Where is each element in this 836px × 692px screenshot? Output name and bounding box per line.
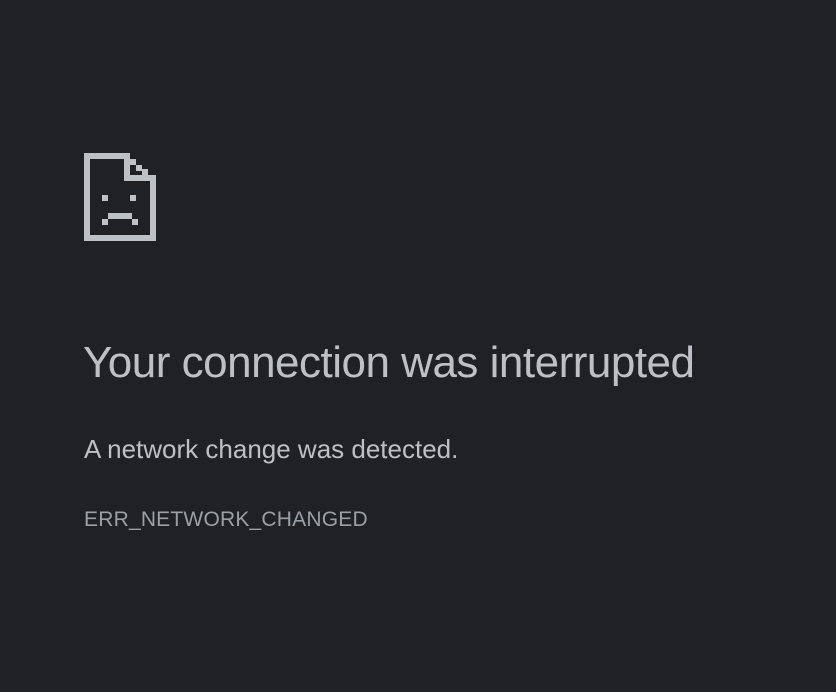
error-code: ERR_NETWORK_CHANGED xyxy=(84,508,368,531)
error-page: Your connection was interrupted A networ… xyxy=(0,0,836,692)
error-message: A network change was detected. xyxy=(84,434,459,464)
sad-document-icon xyxy=(84,153,156,241)
page-title: Your connection was interrupted xyxy=(83,338,695,387)
